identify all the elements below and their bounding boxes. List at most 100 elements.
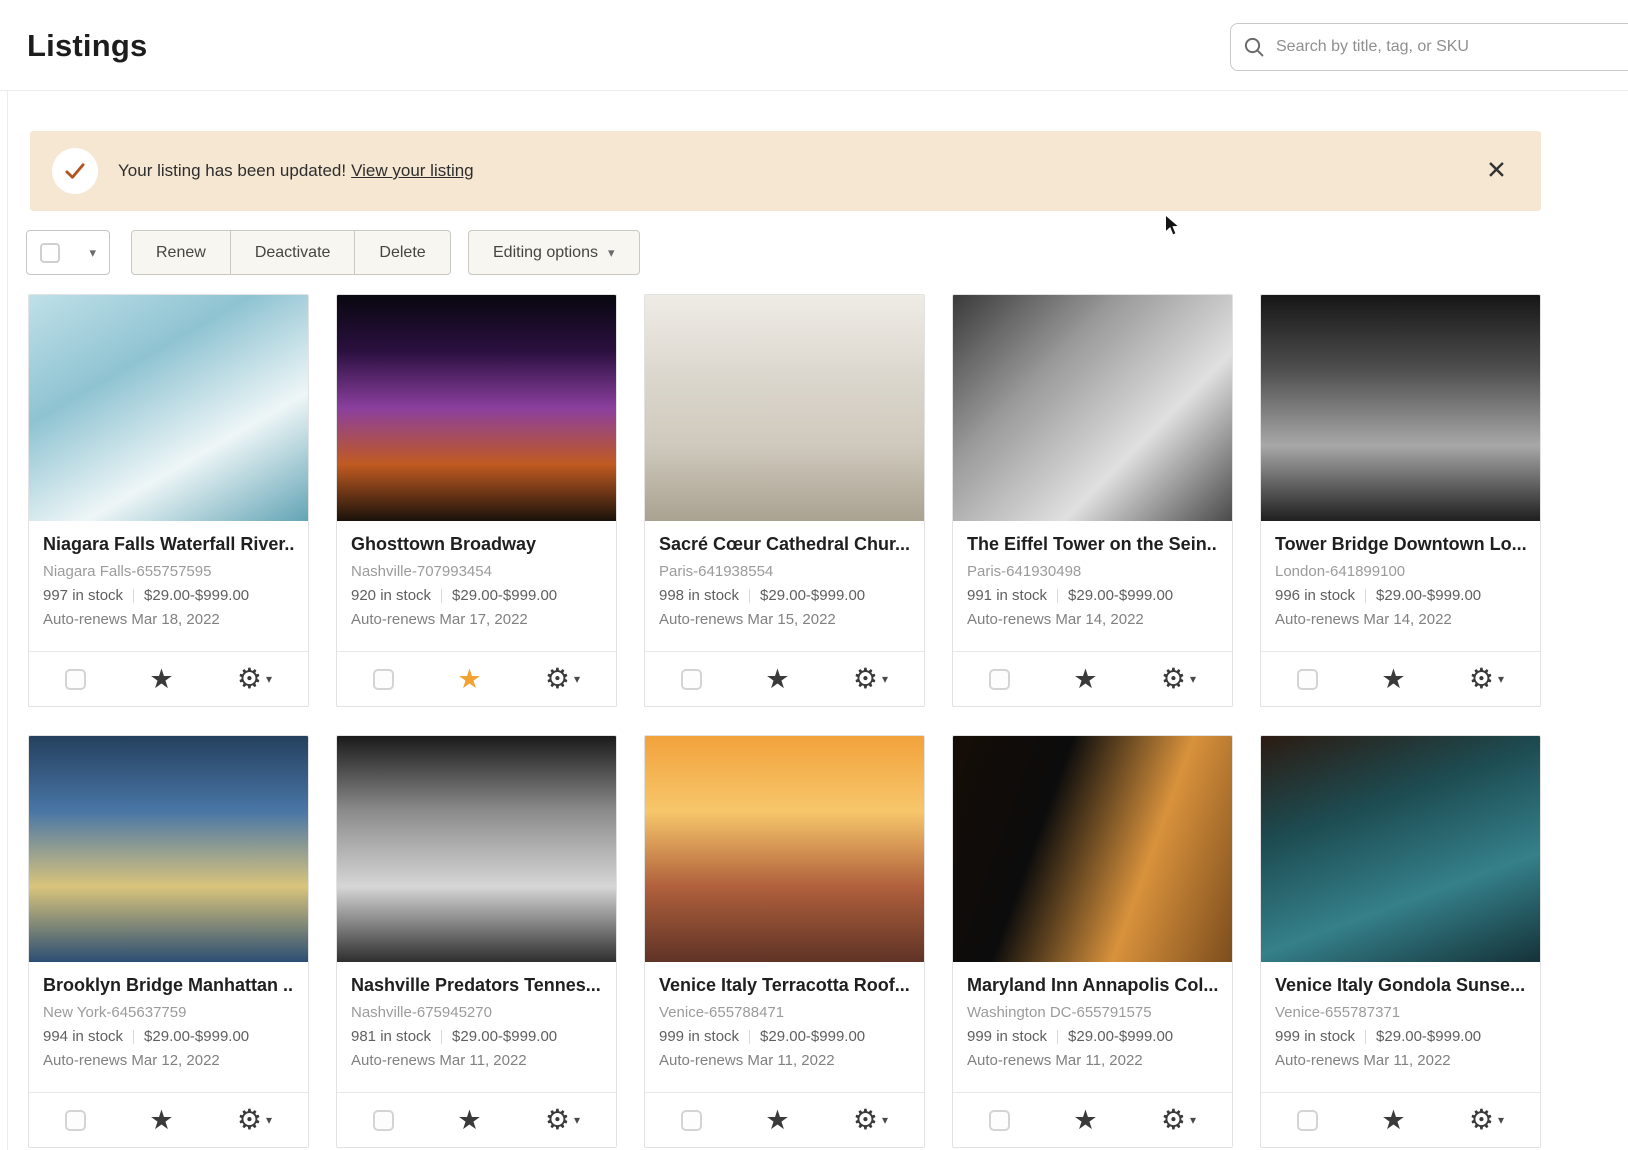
divider	[441, 589, 442, 603]
gear-icon[interactable]: ⚙	[853, 665, 878, 693]
listing-photo[interactable]	[645, 736, 924, 962]
editing-options-button[interactable]: Editing options ▾	[468, 230, 640, 275]
listing-title[interactable]: Nashville Predators Tennes...	[351, 975, 602, 996]
listing-options-control[interactable]: ⚙ ▾	[1469, 665, 1504, 693]
listing-options-control[interactable]: ⚙ ▾	[853, 1106, 888, 1134]
listing-sku: Venice-655787371	[1275, 1004, 1526, 1021]
listing-stock-row: 999 in stock $29.00-$999.00	[659, 1028, 910, 1045]
listing-card: Venice Italy Terracotta Roof... Venice-6…	[644, 735, 925, 1148]
gear-icon[interactable]: ⚙	[237, 665, 262, 693]
listing-photo[interactable]	[1261, 295, 1540, 521]
listing-title[interactable]: Tower Bridge Downtown Lo...	[1275, 534, 1526, 555]
listing-checkbox[interactable]	[1297, 669, 1318, 690]
listing-title[interactable]: Sacré Cœur Cathedral Chur...	[659, 534, 910, 555]
search-box[interactable]	[1230, 23, 1628, 71]
caret-down-icon: ▾	[266, 673, 272, 685]
listing-checkbox[interactable]	[681, 669, 702, 690]
view-listing-link[interactable]: View your listing	[351, 161, 474, 180]
listing-card: Niagara Falls Waterfall River... Niagara…	[28, 294, 309, 707]
listing-stock: 999 in stock	[967, 1028, 1047, 1045]
select-all-control[interactable]: ▾	[26, 230, 110, 275]
delete-button[interactable]: Delete	[354, 230, 450, 275]
listing-photo[interactable]	[337, 736, 616, 962]
listing-info: Brooklyn Bridge Manhattan ... New York-6…	[29, 962, 308, 1092]
banner-message: Your listing has been updated!View your …	[118, 161, 474, 181]
star-icon[interactable]: ★	[457, 666, 481, 693]
gear-icon[interactable]: ⚙	[1161, 665, 1186, 693]
listing-options-control[interactable]: ⚙ ▾	[1469, 1106, 1504, 1134]
gear-icon[interactable]: ⚙	[1469, 665, 1494, 693]
listing-photo[interactable]	[953, 736, 1232, 962]
listing-checkbox[interactable]	[681, 1110, 702, 1131]
star-icon[interactable]: ★	[1381, 666, 1405, 693]
listing-renew-date: Auto-renews Mar 18, 2022	[43, 611, 294, 628]
listing-price: $29.00-$999.00	[1068, 587, 1173, 604]
star-icon[interactable]: ★	[149, 1107, 173, 1134]
listings-grid: Niagara Falls Waterfall River... Niagara…	[28, 294, 1544, 1148]
star-icon[interactable]: ★	[765, 1107, 789, 1134]
renew-button[interactable]: Renew	[131, 230, 231, 275]
gear-icon[interactable]: ⚙	[545, 665, 570, 693]
listing-checkbox[interactable]	[373, 1110, 394, 1131]
listing-sku: Washington DC-655791575	[967, 1004, 1218, 1021]
listing-title[interactable]: Niagara Falls Waterfall River...	[43, 534, 294, 555]
listing-photo[interactable]	[953, 295, 1232, 521]
gear-icon[interactable]: ⚙	[1161, 1106, 1186, 1134]
deactivate-button[interactable]: Deactivate	[230, 230, 356, 275]
listing-renew-date: Auto-renews Mar 17, 2022	[351, 611, 602, 628]
header: Listings	[0, 0, 1628, 91]
listing-title[interactable]: Brooklyn Bridge Manhattan ...	[43, 975, 294, 996]
listing-card: Maryland Inn Annapolis Col... Washington…	[952, 735, 1233, 1148]
gear-icon[interactable]: ⚙	[1469, 1106, 1494, 1134]
listing-card: Tower Bridge Downtown Lo... London-64189…	[1260, 294, 1541, 707]
gear-icon[interactable]: ⚙	[545, 1106, 570, 1134]
caret-down-icon[interactable]: ▾	[89, 246, 96, 259]
listing-checkbox[interactable]	[65, 1110, 86, 1131]
star-icon[interactable]: ★	[149, 666, 173, 693]
search-input[interactable]	[1274, 37, 1628, 57]
listing-options-control[interactable]: ⚙ ▾	[545, 665, 580, 693]
star-icon[interactable]: ★	[765, 666, 789, 693]
gear-icon[interactable]: ⚙	[237, 1106, 262, 1134]
listing-options-control[interactable]: ⚙ ▾	[1161, 665, 1196, 693]
listing-checkbox[interactable]	[1297, 1110, 1318, 1131]
listing-title[interactable]: Venice Italy Gondola Sunse...	[1275, 975, 1526, 996]
listing-stock-row: 996 in stock $29.00-$999.00	[1275, 587, 1526, 604]
caret-down-icon: ▾	[608, 246, 615, 259]
listing-checkbox[interactable]	[65, 669, 86, 690]
listing-photo[interactable]	[645, 295, 924, 521]
listing-photo[interactable]	[337, 295, 616, 521]
listing-photo[interactable]	[29, 295, 308, 521]
search-icon	[1243, 36, 1265, 58]
listing-checkbox[interactable]	[989, 669, 1010, 690]
listing-options-control[interactable]: ⚙ ▾	[237, 1106, 272, 1134]
caret-down-icon: ▾	[882, 1114, 888, 1126]
listing-sku: London-641899100	[1275, 563, 1526, 580]
star-icon[interactable]: ★	[1381, 1107, 1405, 1134]
listing-photo[interactable]	[29, 736, 308, 962]
listing-stock: 994 in stock	[43, 1028, 123, 1045]
listing-photo[interactable]	[1261, 736, 1540, 962]
listing-footer: ★ ⚙ ▾	[337, 1092, 616, 1147]
listing-options-control[interactable]: ⚙ ▾	[1161, 1106, 1196, 1134]
listing-options-control[interactable]: ⚙ ▾	[853, 665, 888, 693]
listing-title[interactable]: The Eiffel Tower on the Sein...	[967, 534, 1218, 555]
star-icon[interactable]: ★	[457, 1107, 481, 1134]
listing-title[interactable]: Venice Italy Terracotta Roof...	[659, 975, 910, 996]
listings-page: { "page": { "title": "Listings" }, "sear…	[0, 0, 1628, 1150]
caret-down-icon: ▾	[1498, 673, 1504, 685]
caret-down-icon: ▾	[882, 673, 888, 685]
star-icon[interactable]: ★	[1073, 666, 1097, 693]
listing-title[interactable]: Maryland Inn Annapolis Col...	[967, 975, 1218, 996]
listing-options-control[interactable]: ⚙ ▾	[237, 665, 272, 693]
select-all-checkbox[interactable]	[40, 243, 60, 263]
checkmark-icon	[62, 158, 88, 184]
listing-title[interactable]: Ghosttown Broadway	[351, 534, 602, 555]
listing-price: $29.00-$999.00	[452, 587, 557, 604]
listing-checkbox[interactable]	[373, 669, 394, 690]
gear-icon[interactable]: ⚙	[853, 1106, 878, 1134]
close-icon[interactable]: ✕	[1482, 155, 1511, 188]
listing-checkbox[interactable]	[989, 1110, 1010, 1131]
star-icon[interactable]: ★	[1073, 1107, 1097, 1134]
listing-options-control[interactable]: ⚙ ▾	[545, 1106, 580, 1134]
